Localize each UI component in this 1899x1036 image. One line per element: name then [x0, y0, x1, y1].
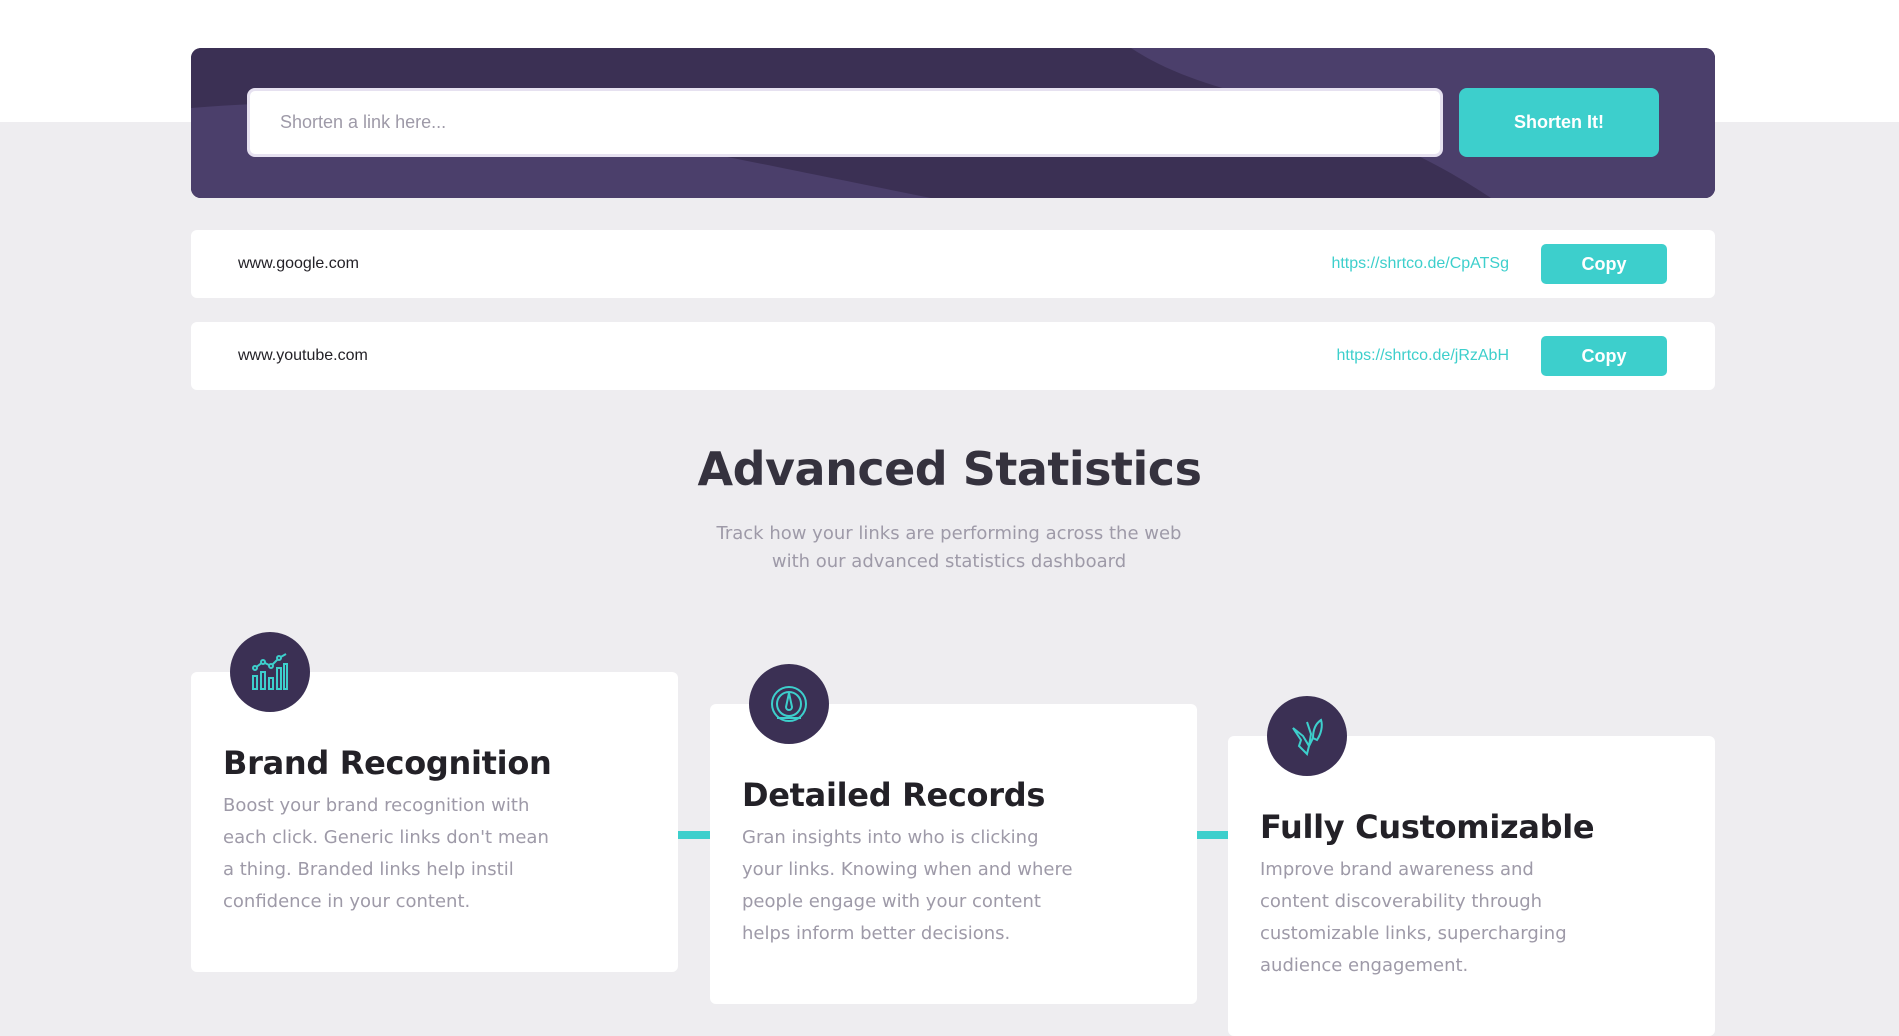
feature-text: Gran insights into who is clicking your … — [742, 827, 1073, 944]
result-row: www.youtube.com https://shrtco.de/jRzAbH… — [191, 322, 1715, 390]
card-connector — [678, 831, 710, 839]
feature-title: Brand Recognition — [223, 744, 552, 782]
shorten-button[interactable]: Shorten It! — [1459, 88, 1659, 157]
stats-title: Advanced Statistics — [697, 442, 1202, 496]
copy-button[interactable]: Copy — [1541, 244, 1667, 284]
feature-text: Boost your brand recognition with each c… — [223, 795, 549, 912]
shorten-link-input[interactable] — [247, 88, 1443, 157]
feature-card-brand-recognition: Brand Recognition Boost your brand recog… — [191, 632, 678, 972]
fully-customizable-icon — [1267, 696, 1347, 776]
feature-card-fully-customizable: Fully Customizable Improve brand awarene… — [1228, 696, 1715, 1036]
feature-text: Improve brand awareness and content disc… — [1260, 859, 1567, 976]
detailed-records-icon — [749, 664, 829, 744]
brand-recognition-icon — [230, 632, 310, 712]
feature-card-detailed-records: Detailed Records Gran insights into who … — [710, 664, 1197, 1004]
feature-title: Detailed Records — [742, 776, 1046, 814]
original-url: www.youtube.com — [238, 347, 368, 364]
original-url: www.google.com — [238, 255, 359, 272]
copy-button[interactable]: Copy — [1541, 336, 1667, 376]
card-connector — [1196, 831, 1228, 839]
short-url[interactable]: https://shrtco.de/CpATSg — [1331, 230, 1509, 298]
feature-title: Fully Customizable — [1260, 808, 1595, 846]
shorten-form: Shorten It! — [191, 48, 1715, 198]
result-row: www.google.com https://shrtco.de/CpATSg … — [191, 230, 1715, 298]
stats-subtitle: Track how your links are performing acro… — [716, 523, 1182, 572]
short-url[interactable]: https://shrtco.de/jRzAbH — [1336, 322, 1509, 390]
